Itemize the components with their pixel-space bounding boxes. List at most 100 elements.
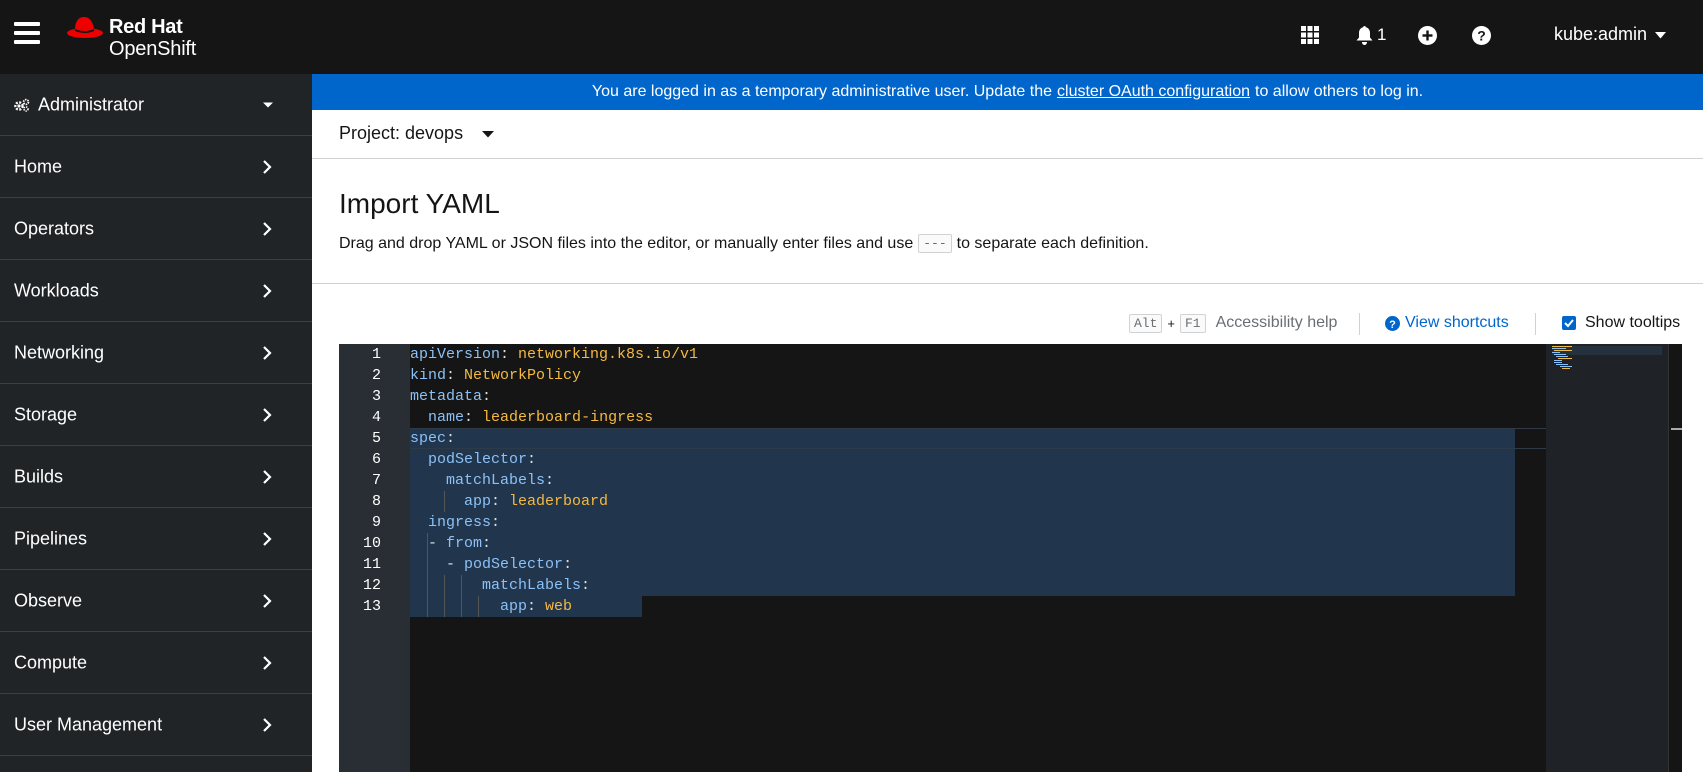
accessibility-help[interactable]: Alt + F1 Accessibility help (1129, 311, 1337, 335)
yaml-key: kind (410, 367, 447, 384)
nav-label: Observe (14, 590, 83, 610)
brand-line2: OpenShift (109, 38, 197, 60)
nav-observe[interactable]: Observe (0, 570, 312, 632)
hamburger-menu-icon[interactable] (14, 22, 40, 46)
chevron-right-icon (263, 717, 272, 732)
toolbar-divider (1359, 313, 1360, 335)
cogs-icon (14, 98, 30, 112)
perspective-switcher[interactable]: Administrator (0, 74, 312, 136)
banner-text-after: to allow others to log in. (1255, 83, 1424, 100)
list-dash: - (428, 535, 447, 552)
code-line: spec: (410, 430, 465, 447)
view-shortcuts-button[interactable]: ? View shortcuts (1385, 311, 1509, 335)
page-title: Import YAML (339, 188, 500, 219)
yaml-key: podSelector (428, 451, 528, 468)
bell-icon (1356, 25, 1373, 45)
question-circle-icon: ? (1385, 315, 1400, 331)
banner-text-before: You are logged in as a temporary adminis… (591, 83, 1053, 100)
caret-down-icon (482, 130, 495, 138)
nav-home[interactable]: Home (0, 136, 312, 198)
yaml-value: leaderboard (509, 493, 609, 510)
line-number: 5 (371, 430, 381, 447)
perspective-label: Administrator (38, 94, 145, 114)
editor-minimap[interactable] (1546, 344, 1668, 772)
desc-after: to separate each definition. (956, 234, 1149, 252)
user-name: kube:admin (1554, 24, 1648, 44)
yaml-value: web (545, 598, 573, 615)
current-line-highlight (410, 428, 1546, 449)
yaml-key: matchLabels (482, 577, 582, 594)
code-line: apiVersion: networking.k8s.io/v1 (410, 346, 699, 363)
nav-operators[interactable]: Operators (0, 198, 312, 260)
line-number: 9 (371, 514, 381, 531)
project-dropdown[interactable]: Project: devops (339, 123, 495, 144)
desc-before: Drag and drop YAML or JSON files into th… (339, 234, 914, 252)
yaml-key: podSelector (464, 556, 564, 573)
code-line: ingress: (428, 514, 510, 531)
nav-compute[interactable]: Compute (0, 632, 312, 694)
nav-label: Operators (14, 218, 95, 238)
code-line: name: leaderboard-ingress (428, 409, 654, 426)
masthead: Red Hat OpenShift 1 ? kube:admin (0, 0, 1703, 74)
code-line: - from: (428, 535, 501, 552)
nav-label: Storage (14, 404, 78, 424)
notifications-button[interactable]: 1 (1356, 22, 1386, 48)
nav-networking[interactable]: Networking (0, 322, 312, 384)
nav-workloads[interactable]: Workloads (0, 260, 312, 322)
application-launcher-icon[interactable] (1301, 22, 1319, 48)
code-line: matchLabels: (482, 577, 600, 594)
project-label: Project: devops (339, 123, 464, 143)
add-icon[interactable] (1418, 22, 1437, 48)
line-number: 1 (371, 346, 381, 363)
kbd-f1: F1 (1180, 313, 1206, 333)
chevron-right-icon (263, 283, 272, 298)
yaml-key: from (446, 535, 483, 552)
nav-label: Home (14, 156, 63, 176)
line-number: 8 (371, 493, 381, 510)
oauth-config-link[interactable]: cluster OAuth configuration (1057, 83, 1250, 101)
yaml-key: name (428, 409, 465, 426)
line-number: 2 (371, 367, 381, 384)
editor-scrollbar[interactable] (1668, 344, 1682, 772)
divider (312, 283, 1703, 284)
show-tooltips-toggle[interactable]: Show tooltips (1562, 311, 1680, 335)
line-number: 7 (371, 472, 381, 489)
yaml-value: NetworkPolicy (464, 367, 582, 384)
cluster-admin-banner: You are logged in as a temporary adminis… (312, 74, 1703, 110)
help-icon[interactable]: ? (1472, 22, 1491, 48)
yaml-key: ingress (428, 514, 492, 531)
line-number: 12 (362, 577, 381, 594)
yaml-key: app (500, 598, 528, 615)
code-line: - podSelector: (446, 556, 582, 573)
nav-user-management[interactable]: User Management (0, 694, 312, 756)
yaml-editor[interactable]: apiVersion: networking.k8s.io/v1 kind: Ne… (339, 344, 1682, 772)
nav-builds[interactable]: Builds (0, 446, 312, 508)
kbd-plus: + (1167, 315, 1175, 331)
svg-text:?: ? (1389, 318, 1396, 330)
code-line: podSelector: (428, 451, 546, 468)
project-bar: Project: devops (312, 110, 1703, 159)
line-number: 13 (362, 598, 381, 615)
separator-code: --- (918, 234, 952, 253)
nav-pipelines[interactable]: Pipelines (0, 508, 312, 570)
checkbox-checked-icon[interactable] (1562, 316, 1576, 330)
code-line: kind: NetworkPolicy (410, 367, 582, 384)
code-line: app: web (500, 598, 573, 615)
code-line: app: leaderboard (464, 493, 609, 510)
chevron-right-icon (263, 221, 272, 236)
chevron-right-icon (263, 593, 272, 608)
yaml-key: app (464, 493, 492, 510)
accessibility-help-label: Accessibility help (1215, 314, 1338, 331)
nav-label: Compute (14, 652, 88, 672)
nav-label: Networking (14, 342, 105, 362)
red-hat-icon (67, 17, 103, 38)
line-number: 4 (371, 409, 381, 426)
chevron-right-icon (263, 407, 272, 422)
nav-storage[interactable]: Storage (0, 384, 312, 446)
sidebar: Administrator Home Operators Workloads N… (0, 74, 312, 772)
caret-down-icon (263, 102, 273, 107)
user-menu[interactable]: kube:admin (1554, 24, 1667, 45)
page-description: Drag and drop YAML or JSON files into th… (339, 234, 1149, 253)
code-line: metadata: (410, 388, 501, 405)
show-tooltips-label: Show tooltips (1585, 314, 1681, 331)
